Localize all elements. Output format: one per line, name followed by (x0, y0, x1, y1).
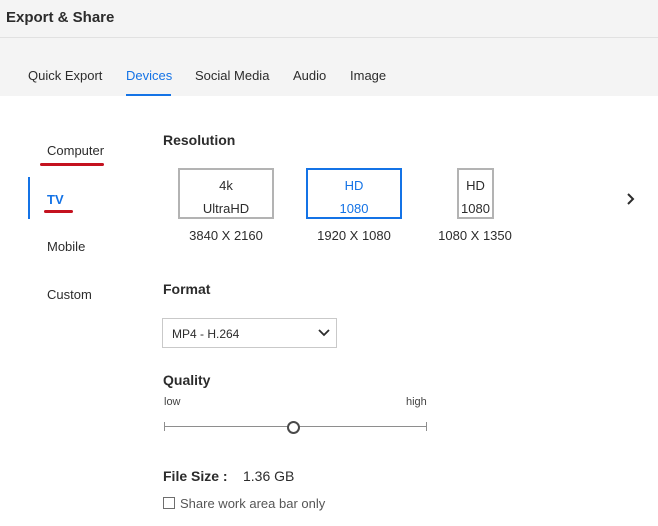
tab-social-media[interactable]: Social Media (195, 68, 269, 83)
tab-bar: Quick Export Devices Social Media Audio … (0, 38, 658, 96)
share-work-area-checkbox[interactable] (163, 497, 175, 509)
format-select-value: MP4 - H.264 (172, 327, 240, 341)
tab-quick-export[interactable]: Quick Export (28, 68, 102, 83)
file-size-label: File Size : (163, 468, 228, 484)
quality-slider-thumb[interactable] (287, 421, 300, 434)
tab-audio[interactable]: Audio (293, 68, 326, 83)
resolution-heading: Resolution (163, 132, 236, 148)
resolution-option-line2: UltraHD (202, 201, 250, 216)
chevron-down-icon (318, 329, 330, 337)
resolution-option-line2: 1080 (461, 201, 490, 216)
resolution-option-4k[interactable]: 4k UltraHD (178, 168, 274, 219)
annotation-underline-tv (44, 210, 73, 213)
file-size-value: 1.36 GB (243, 468, 295, 484)
quality-heading: Quality (163, 372, 211, 388)
resolution-caption: 3840 X 2160 (189, 228, 263, 243)
quality-max-label: high (406, 396, 427, 408)
tab-image[interactable]: Image (350, 68, 386, 83)
window-title: Export & Share (6, 9, 115, 26)
sidebar-item-custom[interactable]: Custom (47, 287, 92, 302)
sidebar-item-tv[interactable]: TV (47, 192, 64, 207)
resolution-caption: 1920 X 1080 (317, 228, 391, 243)
resolution-option-hd-1920[interactable]: HD 1080 (306, 168, 402, 219)
quality-slider-tick-max (426, 422, 427, 431)
devices-panel: Computer TV Mobile Custom Resolution 4k … (0, 96, 658, 526)
sidebar-item-mobile[interactable]: Mobile (47, 239, 85, 254)
resolution-option-line1: HD (466, 178, 485, 193)
resolution-option-line2: 1080 (339, 201, 369, 216)
quality-min-label: low (164, 396, 181, 408)
sidebar-active-indicator (28, 177, 30, 219)
resolution-option-line1: HD (344, 178, 364, 193)
resolution-option-hd-portrait[interactable]: HD 1080 (457, 168, 494, 219)
format-select[interactable]: MP4 - H.264 (162, 318, 337, 348)
tab-devices[interactable]: Devices (126, 68, 172, 83)
format-heading: Format (163, 281, 211, 297)
chevron-right-icon[interactable] (622, 191, 638, 207)
resolution-caption: 1080 X 1350 (438, 228, 512, 243)
share-work-area-label[interactable]: Share work area bar only (180, 496, 325, 511)
title-bar: Export & Share (0, 0, 658, 38)
sidebar-item-computer[interactable]: Computer (47, 143, 104, 158)
annotation-underline-computer (40, 163, 104, 166)
resolution-option-line1: 4k (219, 178, 233, 193)
quality-slider-tick-min (164, 422, 165, 431)
